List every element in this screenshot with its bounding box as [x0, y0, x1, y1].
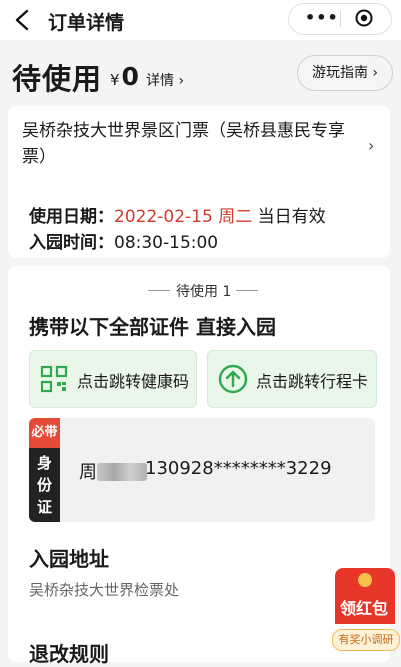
- page-title: 订单详情: [48, 12, 125, 34]
- survey-badge[interactable]: 有奖小调研: [332, 629, 400, 651]
- back-arrow-icon[interactable]: [12, 8, 34, 32]
- price-symbol: ¥: [110, 71, 120, 89]
- ticket-name[interactable]: 吴桥杂技大世界景区门票（吴桥县惠民专享票）: [22, 118, 352, 170]
- red-packet-float[interactable]: 领红包: [335, 568, 395, 624]
- nav-bar: 订单详情 •••: [0, 0, 401, 40]
- address-title: 入园地址: [29, 547, 109, 571]
- address-text: 吴桥杂技大世界检票处: [29, 581, 180, 599]
- blurred-name: [97, 463, 147, 481]
- id-card-tag-text: 身份证: [36, 454, 52, 516]
- chevron-right-icon[interactable]: ›: [368, 136, 374, 155]
- more-dots-icon[interactable]: •••: [305, 8, 339, 27]
- price-detail-link[interactable]: 详情 ›: [146, 70, 184, 90]
- play-guide-button[interactable]: 游玩指南 ›: [297, 55, 393, 91]
- id-holder-name: 周: [79, 458, 147, 484]
- capsule-divider: [340, 11, 341, 27]
- divider-left: [148, 290, 170, 291]
- order-status: 待使用: [12, 62, 103, 96]
- arrow-up-circle-icon: [218, 364, 248, 394]
- use-date-label: 使用日期：: [29, 207, 114, 227]
- itinerary-card-button[interactable]: 点击跳转行程卡: [207, 350, 377, 408]
- entry-time-row: 入园时间：08:30-15:00: [29, 228, 218, 253]
- red-packet-label: 领红包: [340, 599, 389, 618]
- entry-time-value: 08:30-15:00: [114, 233, 219, 253]
- id-card-tag: 身份证: [29, 448, 60, 522]
- entry-time-label: 入园时间：: [29, 233, 114, 253]
- order-price: ¥0: [110, 62, 139, 91]
- id-holder-initial: 周: [79, 462, 97, 483]
- use-date-value: 2022-02-15 周二: [114, 207, 253, 227]
- itinerary-card-label: 点击跳转行程卡: [256, 372, 369, 391]
- price-value: 0: [121, 62, 139, 91]
- qr-code-icon: [40, 365, 68, 393]
- use-date-note: 当日有效: [257, 207, 326, 227]
- coin-icon: [358, 573, 372, 587]
- id-number: 130928********3229: [145, 458, 332, 479]
- id-document-card: 必带 身份证 周 130928********3229: [29, 418, 375, 522]
- pending-count-label: 待使用 1: [176, 284, 232, 300]
- carry-documents-title: 携带以下全部证件 直接入园: [29, 315, 276, 339]
- target-icon[interactable]: [355, 9, 373, 27]
- must-bring-badge: 必带: [29, 418, 60, 448]
- mini-program-capsule: •••: [288, 3, 392, 35]
- refund-rules-title: 退改规则: [29, 642, 109, 666]
- divider-right: [236, 290, 258, 291]
- health-code-button[interactable]: 点击跳转健康码: [29, 350, 197, 408]
- use-date-row: 使用日期：2022-02-15 周二 当日有效: [29, 202, 326, 227]
- health-code-label: 点击跳转健康码: [77, 372, 190, 391]
